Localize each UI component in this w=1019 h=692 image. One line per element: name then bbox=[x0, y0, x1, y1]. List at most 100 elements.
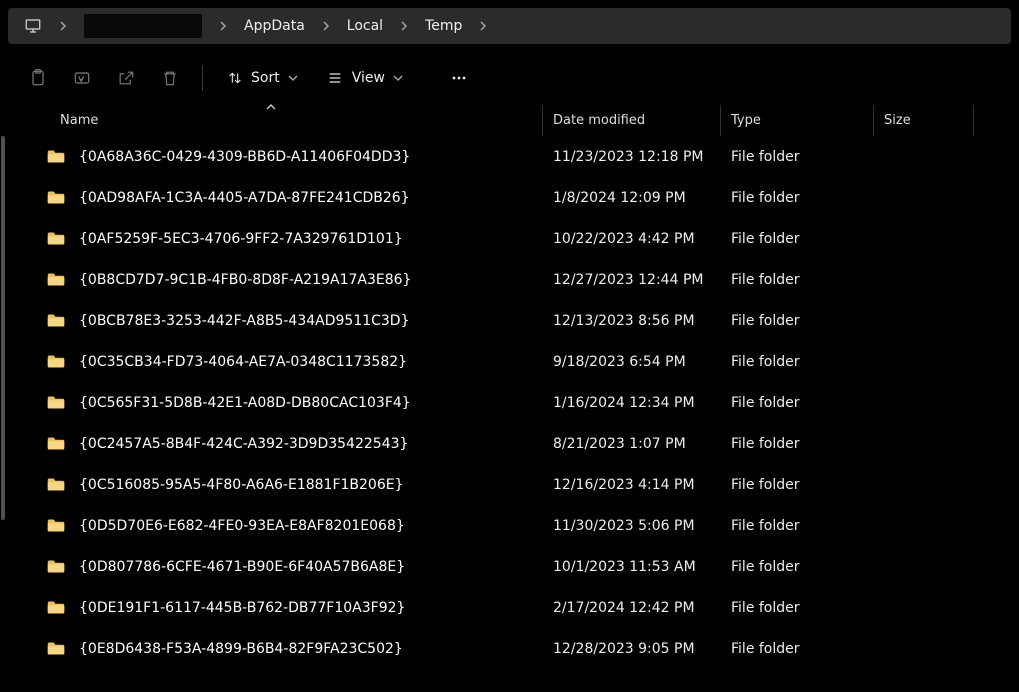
chevron-right-icon bbox=[218, 21, 228, 31]
view-button[interactable]: View bbox=[316, 60, 413, 96]
file-name: {0D5D70E6-E682-4FE0-93EA-E8AF8201E068} bbox=[79, 518, 405, 534]
column-header-date[interactable]: Date modified bbox=[543, 105, 721, 136]
file-name: {0C2457A5-8B4F-424C-A392-3D9D35422543} bbox=[79, 436, 408, 452]
file-row[interactable]: {0D807786-6CFE-4671-B90E-6F40A57B6A8E}10… bbox=[0, 546, 1019, 587]
breadcrumb-chevron[interactable] bbox=[393, 12, 415, 40]
file-type: File folder bbox=[721, 464, 874, 505]
file-row[interactable]: {0C2457A5-8B4F-424C-A392-3D9D35422543} 8/… bbox=[0, 423, 1019, 464]
file-row[interactable]: {0A68A36C-0429-4309-BB6D-A11406F04DD3} 11… bbox=[0, 136, 1019, 177]
paste-button[interactable] bbox=[20, 60, 56, 96]
breadcrumb-temp[interactable]: Temp bbox=[417, 12, 470, 40]
rename-icon bbox=[72, 68, 92, 88]
file-date: 11/23/2023 12:18 PM bbox=[543, 136, 721, 177]
share-button[interactable] bbox=[108, 60, 144, 96]
file-type: File folder bbox=[721, 423, 874, 464]
file-name: {0BCB78E3-3253-442F-A8B5-434AD9511C3D} bbox=[79, 313, 410, 329]
address-bar[interactable]: AppData Local Temp bbox=[8, 8, 1011, 44]
file-date: 12/13/2023 8:56 PM bbox=[543, 300, 721, 341]
folder-icon bbox=[47, 190, 65, 205]
file-row[interactable]: {0BCB78E3-3253-442F-A8B5-434AD9511C3D} 12… bbox=[0, 300, 1019, 341]
chevron-right-icon bbox=[478, 21, 488, 31]
breadcrumb-chevron[interactable] bbox=[212, 12, 234, 40]
column-headers: Name Date modified Type Size bbox=[0, 104, 1019, 136]
folder-icon bbox=[47, 272, 65, 287]
sort-button[interactable]: Sort bbox=[217, 60, 308, 96]
file-type: File folder bbox=[721, 382, 874, 423]
toolbar-divider bbox=[202, 65, 203, 91]
folder-icon bbox=[47, 436, 65, 451]
file-type: File folder bbox=[721, 341, 874, 382]
file-type: File folder bbox=[721, 218, 874, 259]
file-size bbox=[874, 546, 974, 587]
rename-button[interactable] bbox=[64, 60, 100, 96]
file-size bbox=[874, 341, 974, 382]
folder-icon bbox=[47, 477, 65, 492]
view-label: View bbox=[352, 70, 385, 86]
folder-icon bbox=[47, 641, 65, 656]
file-date: 12/27/2023 12:44 PM bbox=[543, 259, 721, 300]
file-name: {0AF5259F-5EC3-4706-9FF2-7A329761D101} bbox=[79, 231, 403, 247]
folder-icon bbox=[47, 149, 65, 164]
column-header-type[interactable]: Type bbox=[721, 105, 874, 136]
more-icon bbox=[449, 68, 469, 88]
file-date: 11/30/2023 5:06 PM bbox=[543, 505, 721, 546]
breadcrumb-chevron[interactable] bbox=[52, 12, 74, 40]
scrollbar[interactable] bbox=[1, 136, 5, 520]
column-header-name[interactable]: Name bbox=[0, 105, 543, 136]
file-name: {0C516085-95A5-4F80-A6A6-E1881F1B206E} bbox=[79, 477, 404, 493]
file-row[interactable]: {0B8CD7D7-9C1B-4FB0-8D8F-A219A17A3E86} 12… bbox=[0, 259, 1019, 300]
file-size bbox=[874, 382, 974, 423]
file-row[interactable]: {0C565F31-5D8B-42E1-A08D-DB80CAC103F4} 1/… bbox=[0, 382, 1019, 423]
file-name: {0B8CD7D7-9C1B-4FB0-8D8F-A219A17A3E86} bbox=[79, 272, 411, 288]
file-type: File folder bbox=[721, 177, 874, 218]
folder-icon bbox=[47, 559, 65, 574]
file-date: 8/21/2023 1:07 PM bbox=[543, 423, 721, 464]
file-size bbox=[874, 505, 974, 546]
folder-icon bbox=[47, 231, 65, 246]
breadcrumb-chevron[interactable] bbox=[472, 12, 494, 40]
file-size bbox=[874, 218, 974, 259]
breadcrumb-chevron[interactable] bbox=[315, 12, 337, 40]
column-size-label: Size bbox=[884, 113, 911, 128]
breadcrumb-appdata[interactable]: AppData bbox=[236, 12, 313, 40]
more-button[interactable] bbox=[441, 60, 477, 96]
file-name: {0C565F31-5D8B-42E1-A08D-DB80CAC103F4} bbox=[79, 395, 411, 411]
folder-icon bbox=[47, 518, 65, 533]
column-header-size[interactable]: Size bbox=[874, 105, 974, 136]
folder-icon bbox=[47, 354, 65, 369]
file-date: 1/16/2024 12:34 PM bbox=[543, 382, 721, 423]
file-date: 2/17/2024 12:42 PM bbox=[543, 587, 721, 628]
file-type: File folder bbox=[721, 628, 874, 669]
column-type-label: Type bbox=[731, 113, 761, 128]
file-date: 10/22/2023 4:42 PM bbox=[543, 218, 721, 259]
file-size bbox=[874, 587, 974, 628]
file-row[interactable]: {0AD98AFA-1C3A-4405-A7DA-87FE241CDB26} 1/… bbox=[0, 177, 1019, 218]
delete-button[interactable] bbox=[152, 60, 188, 96]
file-name: {0AD98AFA-1C3A-4405-A7DA-87FE241CDB26} bbox=[79, 190, 410, 206]
breadcrumb-user[interactable] bbox=[76, 12, 210, 40]
file-type: File folder bbox=[721, 136, 874, 177]
file-row[interactable]: {0DE191F1-6117-445B-B762-DB77F10A3F92} 2/… bbox=[0, 587, 1019, 628]
chevron-down-icon bbox=[288, 73, 298, 83]
file-row[interactable]: {0AF5259F-5EC3-4706-9FF2-7A329761D101} 10… bbox=[0, 218, 1019, 259]
breadcrumb-local[interactable]: Local bbox=[339, 12, 391, 40]
folder-icon bbox=[47, 600, 65, 615]
file-row[interactable]: {0E8D6438-F53A-4899-B6B4-82F9FA23C502}12… bbox=[0, 628, 1019, 669]
file-size bbox=[874, 628, 974, 669]
file-type: File folder bbox=[721, 587, 874, 628]
file-date: 1/8/2024 12:09 PM bbox=[543, 177, 721, 218]
file-row[interactable]: {0C35CB34-FD73-4064-AE7A-0348C1173582} 9/… bbox=[0, 341, 1019, 382]
file-date: 9/18/2023 6:54 PM bbox=[543, 341, 721, 382]
file-date: 10/1/2023 11:53 AM bbox=[543, 546, 721, 587]
file-size bbox=[874, 136, 974, 177]
breadcrumb-root[interactable] bbox=[16, 12, 50, 40]
file-name: {0C35CB34-FD73-4064-AE7A-0348C1173582} bbox=[79, 354, 407, 370]
file-row[interactable]: {0D5D70E6-E682-4FE0-93EA-E8AF8201E068} 11… bbox=[0, 505, 1019, 546]
list-view-icon bbox=[326, 70, 344, 86]
file-name: {0A68A36C-0429-4309-BB6D-A11406F04DD3} bbox=[79, 149, 410, 165]
file-date: 12/16/2023 4:14 PM bbox=[543, 464, 721, 505]
file-name: {0DE191F1-6117-445B-B762-DB77F10A3F92} bbox=[79, 600, 405, 616]
chevron-right-icon bbox=[321, 21, 331, 31]
clipboard-icon bbox=[28, 68, 48, 88]
file-row[interactable]: {0C516085-95A5-4F80-A6A6-E1881F1B206E} 12… bbox=[0, 464, 1019, 505]
